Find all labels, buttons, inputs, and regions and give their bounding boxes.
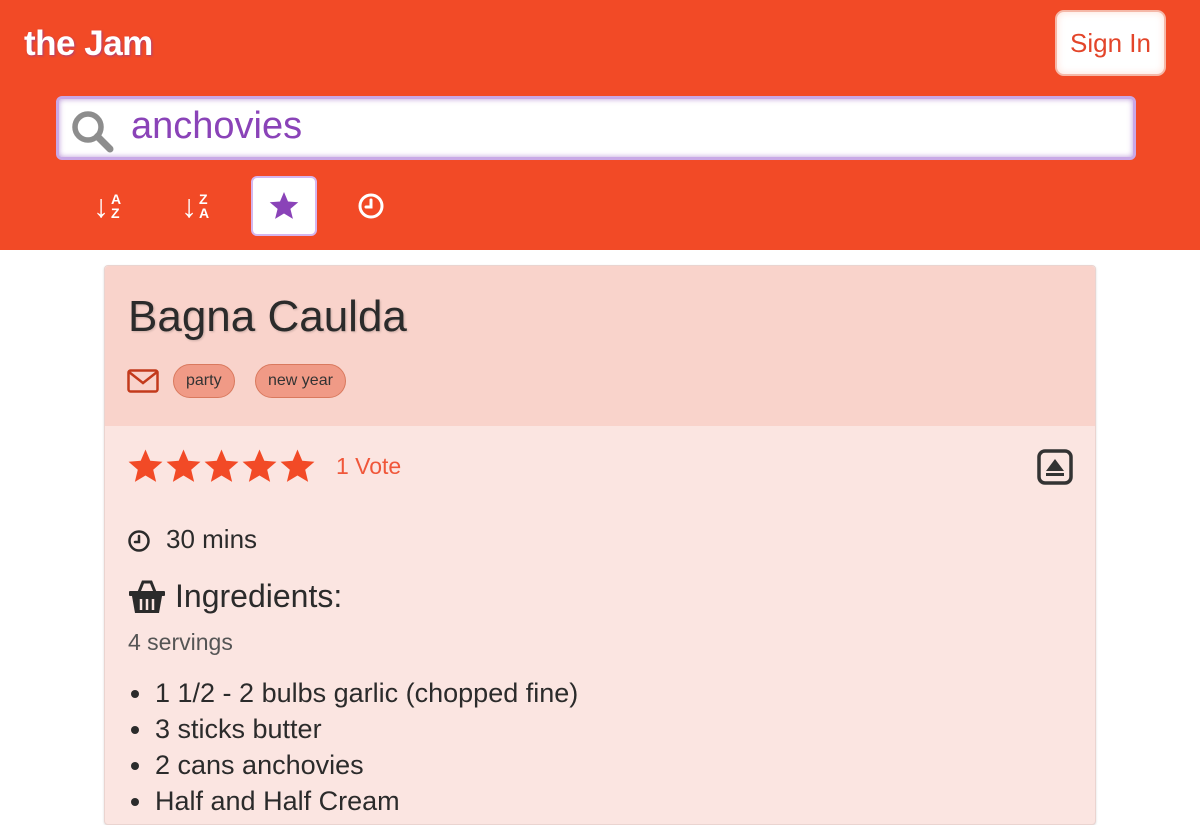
collapse-icon[interactable]	[1037, 449, 1073, 485]
sort-by-time-button[interactable]	[338, 176, 404, 236]
search-query: anchovies	[131, 105, 303, 147]
rating-stars[interactable]	[127, 448, 316, 485]
star-icon[interactable]	[165, 448, 202, 485]
vote-count: 1 Vote	[336, 453, 402, 479]
tag-new-year[interactable]: new year	[255, 364, 346, 398]
clock-icon	[358, 193, 384, 219]
sort-z-a-icon: ↓ ZA	[180, 188, 210, 224]
star-icon	[269, 192, 299, 219]
app-header: the Jam Sign In anchovies ↓ AZ ↓ ZA	[0, 0, 1200, 250]
list-item: 2 cans anchovies	[128, 747, 578, 783]
basket-icon	[129, 580, 165, 613]
list-item: 1 1/2 - 2 bulbs garlic (chopped fine)	[128, 675, 578, 711]
star-icon[interactable]	[279, 448, 316, 485]
star-icon[interactable]	[241, 448, 278, 485]
sort-z-a-button[interactable]: ↓ ZA	[162, 176, 228, 236]
recipe-card: Bagna Caulda party new year 1 Vote 30 mi…	[104, 265, 1096, 825]
star-icon[interactable]	[127, 448, 164, 485]
servings-label: 4 servings	[128, 629, 233, 655]
sort-a-z-icon: ↓ AZ	[92, 188, 122, 224]
brand-logo[interactable]: the Jam	[24, 24, 153, 64]
search-icon	[72, 111, 114, 153]
sign-in-button[interactable]: Sign In	[1055, 10, 1166, 76]
clock-icon	[128, 530, 150, 552]
ingredients-heading: Ingredients:	[175, 578, 343, 614]
list-item: Half and Half Cream	[128, 783, 578, 819]
tag-party[interactable]: party	[173, 364, 235, 398]
sort-by-rating-button[interactable]	[251, 176, 317, 236]
cook-time: 30 mins	[166, 524, 258, 554]
recipe-title[interactable]: Bagna Caulda	[128, 292, 407, 342]
ingredients-list: 1 1/2 - 2 bulbs garlic (chopped fine) 3 …	[128, 675, 578, 819]
recipe-card-header: Bagna Caulda party new year	[105, 266, 1095, 426]
star-icon[interactable]	[203, 448, 240, 485]
sort-a-z-button[interactable]: ↓ AZ	[74, 176, 140, 236]
search-input[interactable]: anchovies	[56, 96, 1136, 160]
envelope-icon[interactable]	[127, 369, 159, 393]
list-item: 3 sticks butter	[128, 711, 578, 747]
